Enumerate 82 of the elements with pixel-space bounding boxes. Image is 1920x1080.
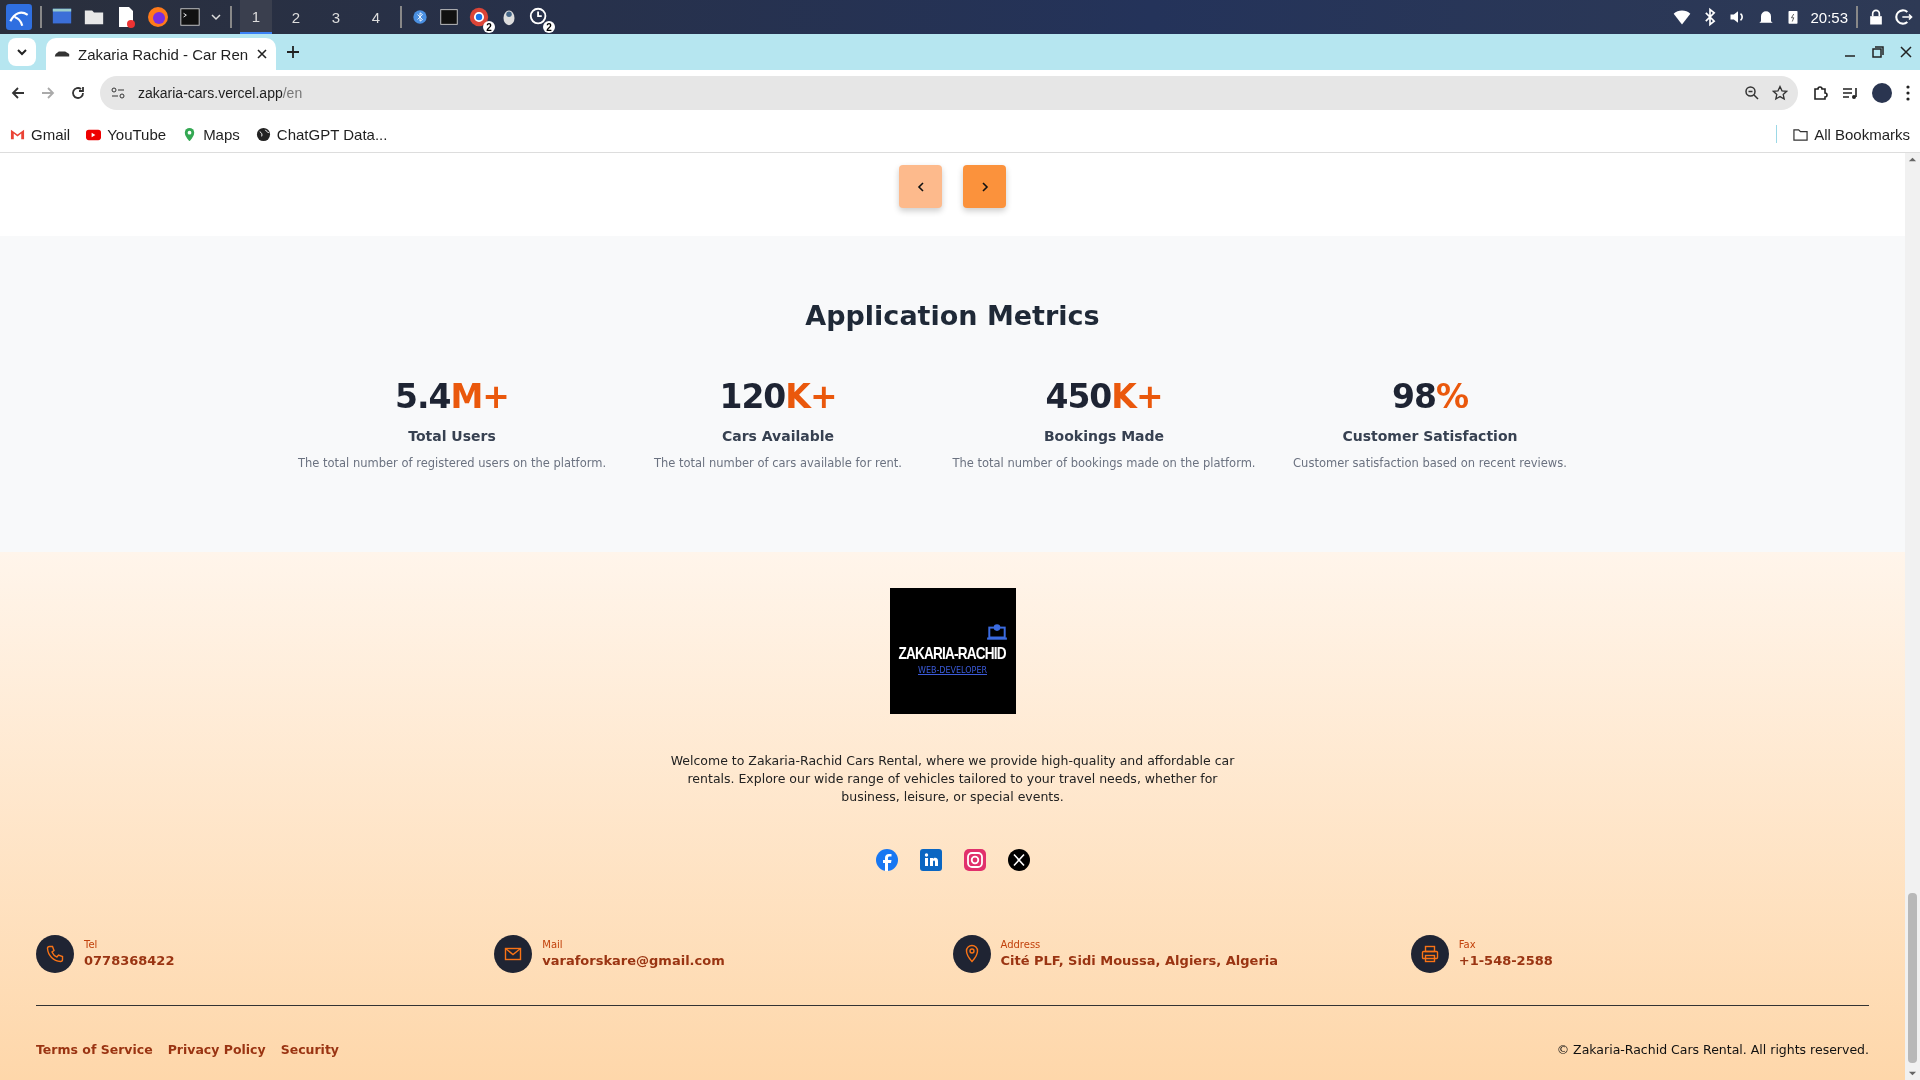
metric-description: The total number of bookings made on the platform. bbox=[952, 456, 1256, 470]
contact-label: Tel bbox=[84, 939, 99, 950]
browser-tab[interactable]: Zakaria Rachid - Car Ren bbox=[46, 38, 276, 70]
footer-link[interactable]: Privacy Policy bbox=[167, 1041, 266, 1057]
count-badge: 2 bbox=[543, 21, 555, 33]
url-text: zakaria-cars.vercel.app/en bbox=[138, 85, 304, 101]
profile-avatar-icon[interactable] bbox=[1872, 83, 1892, 103]
scroll-down-icon[interactable] bbox=[1908, 1069, 1917, 1078]
extensions-icon[interactable] bbox=[1812, 85, 1828, 101]
media-icon[interactable] bbox=[1842, 85, 1858, 101]
logout-icon[interactable] bbox=[1894, 7, 1914, 27]
contact-label: Mail bbox=[542, 939, 564, 950]
folder-icon bbox=[1793, 126, 1809, 142]
workspace-button[interactable]: 4 bbox=[360, 0, 392, 34]
restore-icon[interactable] bbox=[1872, 46, 1884, 58]
bookmark-link[interactable]: Maps bbox=[182, 125, 240, 143]
clock-time[interactable]: 20:53 bbox=[1810, 8, 1848, 26]
bluetooth-app-icon[interactable] bbox=[410, 7, 430, 27]
metric-description: The total number of registered users on the platform. bbox=[297, 456, 607, 470]
footer-link[interactable]: Terms of Service bbox=[36, 1041, 153, 1057]
workspace-button[interactable]: 3 bbox=[320, 0, 352, 34]
address-bar[interactable]: zakaria-cars.vercel.app/en bbox=[100, 76, 1798, 110]
back-icon[interactable] bbox=[10, 85, 26, 101]
mail-icon bbox=[494, 934, 533, 973]
new-tab-icon[interactable] bbox=[286, 45, 300, 59]
copyright-text: © Zakaria-Rachid Cars Rental. All rights reserved. bbox=[1556, 1041, 1869, 1057]
kali-menu-icon[interactable] bbox=[6, 4, 32, 30]
footer-description: Welcome to Zakaria-Rachid Cars Rental, where we provide high-quality and affordable car rentals. Explore our wide range of vehicles tailored to your travel needs, whether for business, leisure, or special events. bbox=[669, 752, 1236, 806]
firefox-icon[interactable] bbox=[146, 5, 170, 29]
bookmark-link[interactable]: YouTube bbox=[86, 125, 167, 143]
tab-search-button[interactable] bbox=[8, 38, 36, 66]
contact-label: Fax bbox=[1458, 939, 1477, 950]
metric-description: The total number of cars available for rent. bbox=[653, 456, 903, 470]
chevron-left-icon bbox=[915, 181, 926, 192]
terminal-icon[interactable] bbox=[178, 6, 202, 28]
laptop-gear-icon bbox=[985, 622, 1008, 642]
chevron-right-icon bbox=[979, 181, 990, 192]
bookmark-link[interactable]: Gmail bbox=[10, 125, 71, 143]
logo-tagline: WEB-DEVELOPER bbox=[918, 665, 987, 675]
site-settings-icon[interactable] bbox=[110, 85, 126, 101]
scrollbar-thumb[interactable] bbox=[1908, 893, 1917, 1063]
caret-icon bbox=[16, 46, 28, 58]
workspace-button[interactable]: 1 bbox=[240, 0, 272, 34]
metric-value: 98% bbox=[1392, 377, 1468, 416]
section-title: Application Metrics bbox=[804, 300, 1101, 331]
globe-icon bbox=[255, 126, 271, 142]
workspace-button[interactable]: 2 bbox=[280, 0, 312, 34]
star-icon[interactable] bbox=[1772, 85, 1788, 101]
menu-icon[interactable] bbox=[1906, 85, 1910, 101]
reload-icon[interactable] bbox=[70, 85, 86, 101]
contact-label: Address bbox=[1000, 939, 1042, 950]
close-icon[interactable] bbox=[1900, 46, 1912, 58]
instagram-icon[interactable] bbox=[963, 848, 986, 871]
terminal-icon[interactable] bbox=[438, 6, 460, 28]
location-pin-icon bbox=[952, 934, 991, 973]
contact-value: Cité PLF, Sidi Moussa, Algiers, Algeria bbox=[1000, 953, 1279, 968]
contact-value: varaforskare@gmail.com bbox=[542, 953, 725, 968]
bookmark-link[interactable]: ChatGPT Data... bbox=[255, 125, 388, 143]
metric-value: 120K+ bbox=[719, 377, 837, 416]
metric-value: 5.4M+ bbox=[395, 377, 509, 416]
metric-label: Bookings Made bbox=[1043, 428, 1165, 444]
count-badge: 2 bbox=[483, 21, 495, 33]
all-bookmarks-button[interactable]: All Bookmarks bbox=[1793, 125, 1910, 143]
metric-value: 450K+ bbox=[1045, 377, 1163, 416]
scroll-up-icon[interactable] bbox=[1908, 155, 1917, 164]
footer-link[interactable]: Security bbox=[280, 1041, 340, 1057]
metric-description: Customer satisfaction based on recent reviews. bbox=[1293, 456, 1567, 470]
x-logo-icon[interactable] bbox=[1007, 848, 1030, 871]
metric-label: Total Users bbox=[408, 428, 496, 444]
metric-label: Cars Available bbox=[721, 428, 835, 444]
linkedin-icon[interactable] bbox=[919, 848, 942, 871]
zoom-icon[interactable] bbox=[1744, 85, 1760, 101]
facebook-icon[interactable] bbox=[875, 848, 898, 871]
phone-icon bbox=[36, 934, 74, 973]
close-icon[interactable] bbox=[256, 48, 269, 60]
caret-icon[interactable] bbox=[210, 11, 222, 23]
logo-name: ZAKARIA-RACHID bbox=[898, 643, 1007, 664]
contact-value: +1-548-2588 bbox=[1458, 953, 1553, 968]
contact-value: 0778368422 bbox=[84, 953, 175, 968]
metric-label: Customer Satisfaction bbox=[1342, 428, 1518, 444]
printer-icon bbox=[1410, 934, 1449, 973]
tab-title: Zakaria Rachid - Car Ren bbox=[78, 45, 249, 63]
